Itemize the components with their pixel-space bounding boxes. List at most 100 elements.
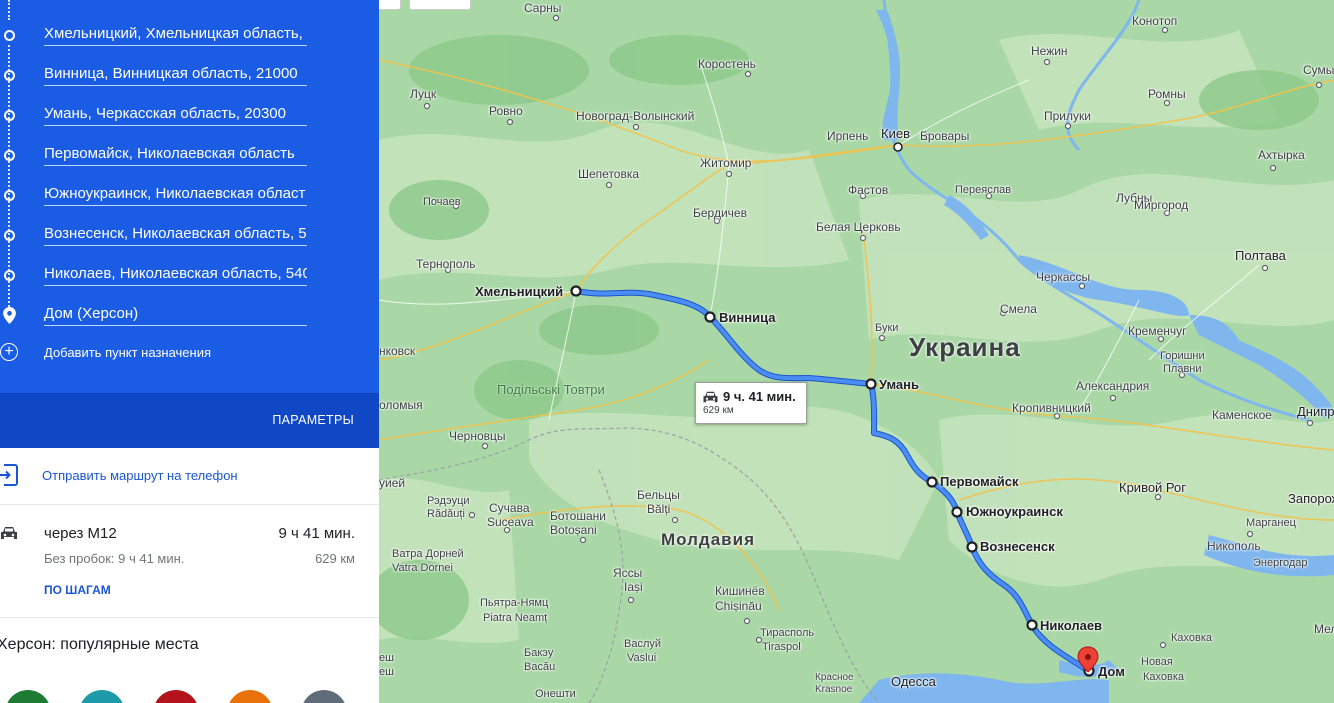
route-traffic: Без пробок: 9 ч 41 мин. [44, 551, 185, 566]
map-label-city: Яссы [613, 566, 643, 580]
plus-circle-icon: + [0, 343, 18, 361]
route-option[interactable]: через M12 9 ч 41 мин. Без пробок: 9 ч 41… [0, 505, 379, 618]
map-label-city: Прилуки [1044, 109, 1091, 123]
stop-input[interactable]: Николаев, Николаевская область, 540 [44, 263, 307, 286]
popular-place-circle[interactable] [227, 690, 273, 703]
map-label-city: Марганец [1246, 517, 1296, 529]
stop-yuzhnoukrainsk[interactable]: Южноукраинск, Николаевская област [0, 178, 379, 218]
waypoint-icon [4, 230, 15, 241]
map-label-city: Ирпень [827, 129, 869, 143]
stop-input[interactable]: Хмельницкий, Хмельницкая область, [44, 23, 307, 46]
map-label-city: Плавни [1163, 363, 1202, 375]
map-label-city: Миргород [1134, 198, 1189, 212]
waypoint-icon [4, 270, 15, 281]
map-label-city: Бердичев [693, 206, 747, 220]
stop-pervomaisk[interactable]: Первомайск, Николаевская область [0, 138, 379, 178]
map-label-city: Бельцы [637, 488, 680, 502]
map-label-city: Каменское [1212, 408, 1272, 422]
map-label-city: Переяслав [955, 184, 1012, 196]
map-label-yuzhnoukrainsk: Южноукраинск [966, 504, 1063, 519]
map-label-city: Кишинёв [715, 584, 765, 598]
parameters-button[interactable]: ПАРАМЕТРЫ [272, 413, 354, 427]
step-by-step-link[interactable]: ПО ШАГАМ [44, 583, 111, 597]
send-to-phone-row[interactable]: Отправить маршрут на телефон [0, 448, 379, 505]
map-label-city: Фастов [848, 183, 889, 197]
map-label-city: оломыя [379, 398, 423, 412]
route-info-callout[interactable]: 9 ч. 41 мин. 629 км [695, 382, 807, 424]
stop-input[interactable]: Умань, Черкасская область, 20300 [44, 103, 307, 126]
popular-place-circle[interactable] [5, 690, 51, 703]
map-label-city: Коростень [698, 57, 756, 71]
map-label-city: Bălți [647, 502, 671, 516]
stop-home[interactable]: Дом (Херсон) [0, 298, 379, 338]
map-label-pervomaisk: Первомайск [940, 474, 1019, 489]
map-label-city: Vaslui [627, 652, 657, 664]
map-label-city: Ромны [1148, 87, 1186, 101]
stop-input[interactable]: Первомайск, Николаевская область [44, 143, 307, 166]
country-label-moldova: Молдавия [661, 530, 755, 549]
popular-place-circle[interactable] [79, 690, 125, 703]
capital-marker [893, 142, 903, 152]
stop-input[interactable]: Дом (Херсон) [44, 303, 307, 326]
map-label-city: Почаев [423, 196, 461, 208]
waypoint-icon [4, 70, 15, 81]
map-label-city: Сучава [489, 501, 530, 515]
map-label-city: Пьятра-Нямц [480, 597, 549, 609]
map-label-city: Tiraspol [762, 641, 801, 653]
map-label-city: Луцк [410, 87, 437, 101]
map-label-city: Сарны [524, 1, 562, 15]
stop-input[interactable]: Южноукраинск, Николаевская област [44, 183, 307, 206]
popular-place-circle[interactable] [301, 690, 347, 703]
destination-pin-icon [3, 307, 16, 324]
map-label-city: Кропивницкий [1012, 401, 1091, 415]
waypoint-icon [4, 150, 15, 161]
map-label-city: Черновцы [449, 429, 506, 443]
map-label-city: Смела [1000, 302, 1037, 316]
map-control-button[interactable] [409, 0, 471, 10]
popular-place-circle[interactable] [153, 690, 199, 703]
map-label-mykolaiv: Николаев [1040, 618, 1103, 633]
map-label-city: Мел [1314, 622, 1334, 636]
waypoint-icon [4, 30, 15, 41]
map-label-city: Бакэу [524, 647, 554, 659]
stop-mykolaiv[interactable]: Николаев, Николаевская область, 540 [0, 258, 379, 298]
callout-time: 9 ч. 41 мин. [723, 389, 796, 404]
map-label-city: еш [379, 666, 394, 678]
map-label-city: Krasnoe [815, 684, 853, 695]
callout-distance: 629 км [703, 405, 734, 416]
route-time: 9 ч 41 мин. [278, 525, 356, 542]
map-label-city: Piatra Neamț [483, 612, 548, 624]
map-label-khmelnytskyi: Хмельницкий [475, 284, 564, 299]
map-control-button[interactable] [379, 0, 401, 10]
waypoint-icon [4, 190, 15, 201]
stop-khmelnytskyi[interactable]: Хмельницкий, Хмельницкая область, [0, 18, 379, 58]
map-label-city: Рэдэуци [427, 495, 470, 507]
map-label-city: Каховка [1143, 671, 1185, 683]
map-label-city: Шепетовка [578, 167, 640, 181]
map-label-home: Дом [1098, 664, 1125, 679]
stop-input[interactable]: Винница, Винницкая область, 21000 [44, 63, 307, 86]
stop-uman[interactable]: Умань, Черкасская область, 20300 [0, 98, 379, 138]
stop-vinnytsia[interactable]: Винница, Винницкая область, 21000 [0, 58, 379, 98]
map-label-city: Botoșani [550, 523, 597, 537]
map-label-city: Черкассы [1036, 270, 1091, 284]
car-icon [1, 527, 17, 539]
map-label-city: Vatra Dornei [392, 562, 453, 574]
map-label-city: Bacău [524, 661, 556, 673]
car-icon [703, 391, 718, 403]
map-label-city: Никополь [1207, 539, 1261, 553]
map-label-city: Конотоп [1132, 14, 1178, 28]
add-destination-button[interactable]: + Добавить пункт назначения [0, 340, 379, 368]
map-label-vinnytsia: Винница [719, 310, 776, 325]
map-label-city: уией [379, 476, 406, 490]
map-label-city: Ахтырка [1258, 148, 1305, 162]
map-label-city: Новоград-Волынский [576, 109, 695, 123]
map-label-city: Chișinău [715, 599, 762, 613]
map-canvas[interactable]: Украина Молдавия Подільські Товтри Хмель… [379, 0, 1334, 703]
stop-input[interactable]: Вознесенск, Николаевская область, 5 [44, 223, 307, 246]
map-label-city: Онешти [535, 688, 576, 700]
stop-voznesensk[interactable]: Вознесенск, Николаевская область, 5 [0, 218, 379, 258]
map-label-city: Белая Церковь [816, 220, 901, 234]
map-label-city: Нежин [1031, 44, 1068, 58]
map-label-voznesensk: Вознесенск [980, 539, 1055, 554]
